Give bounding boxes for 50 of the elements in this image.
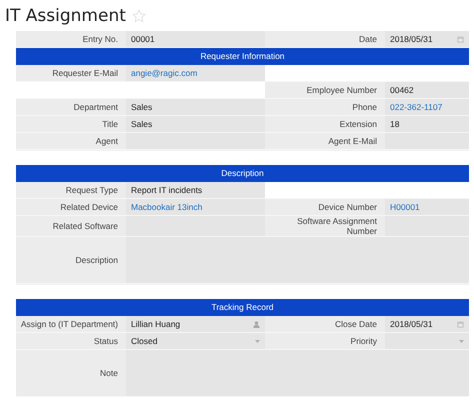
text-area[interactable]: [126, 237, 469, 283]
field-label: Title: [102, 119, 118, 129]
form-title: IT Assignment: [5, 6, 126, 26]
value-field[interactable]: 18: [385, 116, 469, 132]
section-header: Description: [16, 165, 469, 182]
value-field[interactable]: Sales: [126, 99, 265, 115]
field-label: Close Date: [334, 319, 377, 329]
field-label: Entry No.: [82, 34, 118, 44]
star-icon[interactable]: [132, 9, 146, 23]
field-label: Description: [75, 255, 118, 265]
section-header: Tracking Record: [16, 299, 469, 316]
field-label: Assign to (IT Department): [20, 319, 118, 329]
field-label: Agent: [96, 136, 118, 146]
value-field[interactable]: Macbookair 13inch: [126, 199, 265, 215]
field-label: Extension: [340, 119, 377, 129]
field-label: Device Number: [318, 202, 377, 212]
section-header: Requester Information: [16, 48, 469, 65]
field-label: Requester E-Mail: [52, 68, 118, 78]
field-label: Department: [74, 102, 118, 112]
field-label: Related Software: [52, 221, 118, 231]
value-field[interactable]: Sales: [126, 116, 265, 132]
field-label: Employee Number: [306, 85, 377, 95]
field-label: Agent E-Mail: [328, 136, 377, 146]
value-field[interactable]: 022-362-1107: [385, 99, 469, 115]
calendar-icon[interactable]: [457, 320, 464, 328]
value-field[interactable]: 00462: [385, 82, 469, 98]
caret-icon[interactable]: [459, 340, 464, 342]
value-field[interactable]: 2018/05/31: [385, 31, 469, 47]
field-label: Status: [94, 336, 118, 346]
value-field[interactable]: angie@ragic.com: [126, 65, 265, 81]
value-field[interactable]: Closed: [126, 333, 265, 349]
value-field[interactable]: Lillian Huang: [126, 316, 265, 332]
value-field[interactable]: [385, 216, 469, 236]
text-area[interactable]: [126, 350, 469, 396]
caret-icon[interactable]: [255, 340, 260, 342]
field-label: Phone: [352, 102, 377, 112]
person-icon[interactable]: [253, 320, 260, 328]
value-field[interactable]: Report IT incidents: [126, 182, 265, 198]
field-label: Note: [100, 368, 118, 378]
value-field[interactable]: 00001: [126, 31, 265, 47]
field-label: Date: [359, 34, 377, 44]
value-field[interactable]: 2018/05/31: [385, 316, 469, 332]
value-field[interactable]: [385, 333, 469, 349]
value-field[interactable]: [385, 133, 469, 149]
field-label: Software Assignment Number: [296, 216, 377, 236]
field-label: Request Type: [66, 185, 118, 195]
value-field[interactable]: H00001: [385, 199, 469, 215]
field-label: Related Device: [60, 202, 118, 212]
calendar-icon[interactable]: [457, 36, 464, 42]
field-label: Priority: [350, 336, 377, 346]
